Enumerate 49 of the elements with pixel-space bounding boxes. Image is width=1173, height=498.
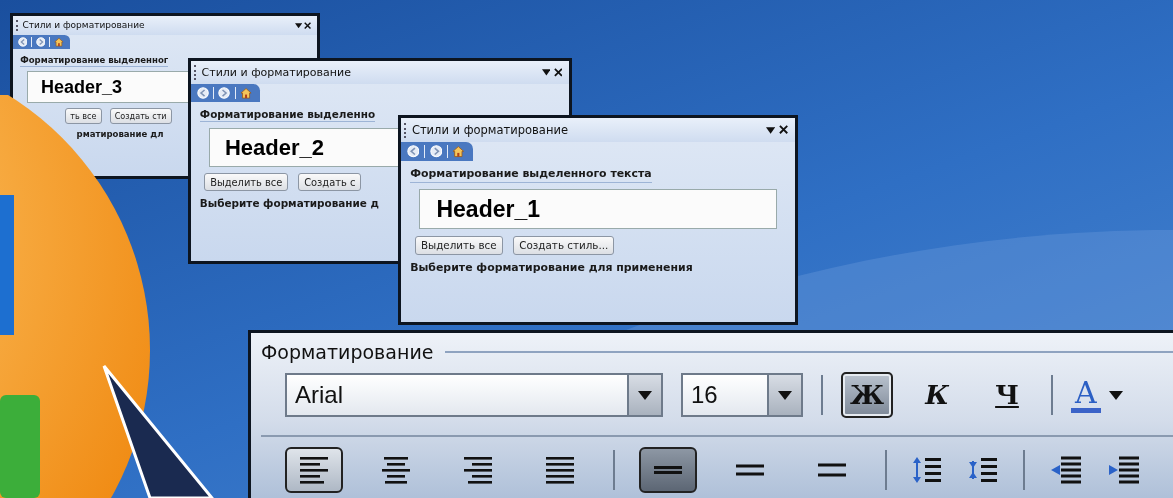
panel-button[interactable]: ть все	[65, 108, 102, 125]
panel-title: Стили и форматирование	[22, 20, 146, 31]
formatting-preview: Header_1	[419, 188, 777, 230]
back-icon[interactable]	[196, 86, 209, 99]
close-icon[interactable]	[778, 125, 789, 135]
forward-icon[interactable]	[35, 37, 46, 48]
forward-icon[interactable]	[218, 86, 231, 99]
home-icon[interactable]	[53, 37, 64, 48]
close-icon[interactable]	[553, 68, 563, 77]
panel-button[interactable]: Создать с	[298, 173, 362, 192]
paragraph-spacing-icon[interactable]	[967, 455, 999, 485]
line-spacing-button[interactable]	[639, 447, 697, 493]
dropdown-icon[interactable]	[778, 390, 792, 400]
dropdown-icon[interactable]	[1108, 390, 1123, 400]
home-icon[interactable]	[240, 86, 253, 99]
close-icon[interactable]	[304, 21, 312, 30]
align-left-icon	[298, 454, 330, 486]
align-center-icon	[380, 454, 412, 486]
font-select[interactable]: Arial	[285, 373, 663, 417]
underline-button[interactable]: Ч	[981, 372, 1033, 418]
dropdown-icon[interactable]	[638, 390, 652, 400]
back-icon[interactable]	[406, 145, 420, 158]
section-heading: рматирование дл	[75, 129, 164, 140]
section-heading: Форматирование выделенного текста	[410, 167, 652, 183]
back-icon[interactable]	[17, 37, 28, 48]
section-heading: Выберите форматирование д	[199, 197, 379, 210]
section-heading: Форматирование выделенног	[20, 54, 169, 67]
dropdown-icon[interactable]	[294, 22, 302, 29]
section-heading: Форматирование выделенно	[199, 108, 376, 123]
dropdown-icon[interactable]	[541, 69, 551, 76]
align-left-button[interactable]	[285, 447, 343, 493]
home-icon[interactable]	[452, 145, 466, 158]
bold-button[interactable]: Ж	[841, 372, 893, 418]
panel-button[interactable]: Создать сти	[109, 108, 172, 125]
paragraph-spacing-icon[interactable]	[911, 455, 943, 485]
section-heading: Выберите форматирование для применения	[410, 261, 693, 275]
indent-icon[interactable]	[1107, 455, 1141, 485]
italic-button[interactable]: К	[911, 372, 963, 418]
font-color-button[interactable]: A	[1071, 377, 1101, 413]
align-right-icon	[462, 454, 494, 486]
toolbar-title: Форматирование	[261, 341, 434, 363]
panel-button[interactable]: Выделить все	[204, 173, 289, 192]
dropdown-icon[interactable]	[766, 126, 776, 134]
font-size-select[interactable]: 16	[681, 373, 803, 417]
panel-button[interactable]: Создать стиль...	[513, 235, 615, 255]
align-justify-icon	[544, 454, 576, 486]
forward-icon[interactable]	[429, 145, 443, 158]
panel-button[interactable]: Выделить все	[414, 235, 503, 255]
indent-icon[interactable]	[1049, 455, 1083, 485]
